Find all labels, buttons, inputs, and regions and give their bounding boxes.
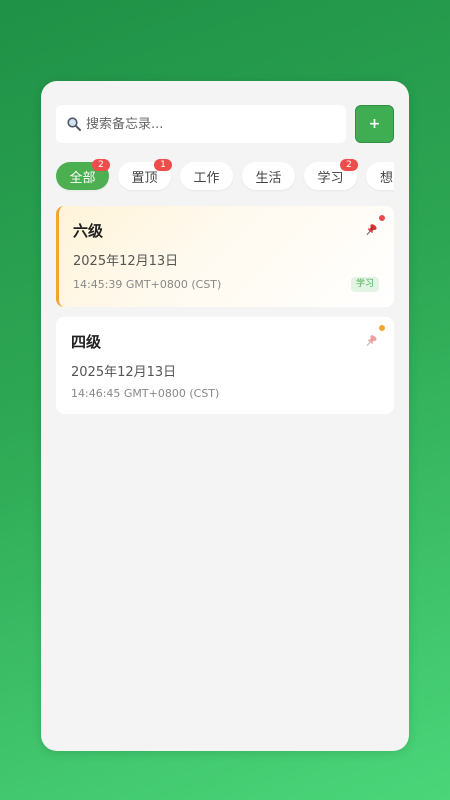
filter-chip-label: 学习 [317, 170, 344, 186]
note-timestamp: 14:46:45 GMT+0800 (CST) [71, 387, 220, 400]
priority-dot [379, 215, 385, 221]
priority-dot [379, 325, 385, 331]
note-title: 四级 [71, 333, 102, 351]
add-note-button[interactable]: + [355, 105, 394, 143]
count-badge: 2 [92, 159, 110, 171]
note-card[interactable]: 四级 2025年12月13日 14:46:45 GMT+0800 (CST) [56, 317, 394, 414]
filter-chip-label: 置顶 [131, 170, 158, 186]
note-date: 2025年12月13日 [71, 365, 177, 380]
note-timestamp: 14:45:39 GMT+0800 (CST) [73, 278, 222, 291]
category-filter-bar: 全部 2 置顶 1 工作 生活 学习 2 想 [56, 157, 394, 193]
note-date: 2025年12月13日 [73, 254, 179, 269]
search-box[interactable] [56, 105, 346, 143]
count-badge: 2 [340, 159, 358, 171]
search-bar: + [56, 105, 394, 143]
count-badge: 1 [154, 159, 172, 171]
search-input[interactable] [86, 116, 326, 132]
filter-chip-label: 工作 [193, 170, 220, 186]
filter-chip-label: 想 [380, 170, 394, 186]
filter-chip-work[interactable]: 工作 [180, 162, 233, 190]
note-title: 六级 [73, 222, 104, 240]
filter-chip-label: 生活 [255, 170, 282, 186]
filter-chip-ideas[interactable]: 想 [366, 162, 394, 190]
filter-chip-life[interactable]: 生活 [242, 162, 295, 190]
memo-panel: + 全部 2 置顶 1 工作 生活 学习 2 想 六级 2025年12月13日 … [41, 81, 409, 751]
search-icon [67, 117, 81, 131]
pin-icon[interactable] [364, 334, 378, 348]
category-tag: 学习 [350, 277, 379, 292]
filter-chip-label: 全部 [69, 170, 96, 186]
note-card-pinned[interactable]: 六级 2025年12月13日 14:45:39 GMT+0800 (CST) 学… [56, 206, 394, 307]
pin-icon[interactable] [364, 223, 378, 237]
